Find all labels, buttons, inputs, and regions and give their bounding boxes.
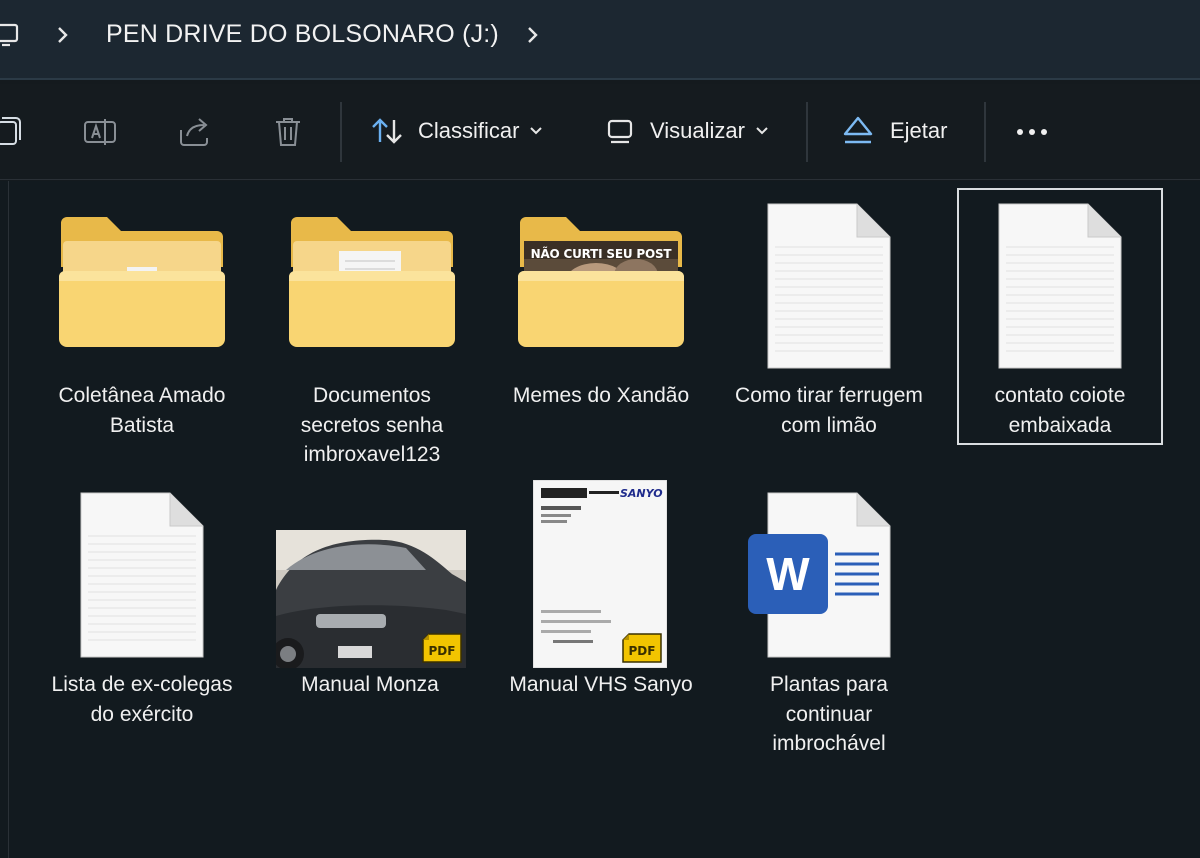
folder-item[interactable]: Documentos secretos senha imbroxavel123 — [277, 203, 467, 473]
view-button[interactable]: Visualizar — [606, 110, 769, 152]
text-document-icon — [767, 203, 891, 369]
pdf-item[interactable]: SANYO PDF Manual VHS Sanyo — [506, 480, 696, 762]
folder-item[interactable]: Coletânea Amado Batista — [47, 203, 237, 473]
view-label: Visualizar — [650, 118, 745, 143]
document-item[interactable]: Como tirar ferrugem com limão — [734, 203, 924, 473]
file-view: Coletânea Amado Batista Documentos secre… — [0, 181, 1200, 858]
sanyo-logo-text: SANYO — [620, 487, 663, 500]
sort-icon — [372, 118, 402, 144]
sort-button[interactable]: Classificar — [370, 110, 543, 152]
item-name: Manual Monza — [301, 673, 439, 696]
command-bar: Classificar Visualizar Ejetar — [0, 84, 1200, 180]
chevron-down-icon — [756, 127, 768, 135]
copy-icon[interactable] — [0, 114, 24, 150]
word-icon: W — [748, 534, 828, 614]
item-name: Documentos secretos senha imbroxavel123 — [300, 384, 444, 466]
word-document-item[interactable]: W Plantas para continuar imbrochável — [734, 492, 924, 762]
eject-button[interactable]: Ejetar — [840, 110, 947, 152]
pdf-badge-icon: PDF — [422, 633, 462, 663]
item-name: Manual VHS Sanyo — [509, 673, 693, 696]
eject-label: Ejetar — [890, 118, 948, 143]
text-document-icon — [998, 203, 1122, 369]
chevron-right-icon[interactable] — [526, 24, 540, 46]
toolbar-separator — [806, 102, 808, 162]
chevron-down-icon — [530, 127, 543, 135]
breadcrumb-location[interactable]: PEN DRIVE DO BOLSONARO (J:) — [106, 20, 499, 49]
rename-icon[interactable] — [82, 114, 118, 150]
address-bar: PEN DRIVE DO BOLSONARO (J:) — [0, 0, 1200, 80]
svg-text:PDF: PDF — [429, 644, 456, 658]
item-name: Como tirar ferrugem com limão — [735, 384, 923, 437]
item-name: Lista de ex-colegas do exército — [51, 673, 233, 726]
item-name: Memes do Xandão — [512, 384, 690, 407]
chevron-right-icon[interactable] — [56, 24, 70, 46]
sort-label: Classificar — [418, 118, 520, 143]
more-options-icon[interactable] — [1014, 114, 1050, 150]
meme-caption: NÃO CURTI SEU POST — [530, 247, 672, 261]
toolbar-separator — [340, 102, 342, 162]
folder-item[interactable]: NÃO CURTI SEU POST Memes do Xandão — [506, 203, 696, 473]
document-item[interactable]: Lista de ex-colegas do exército — [47, 492, 237, 762]
folder-icon — [518, 217, 684, 347]
item-name: Plantas para continuar imbrochável — [770, 673, 888, 755]
svg-text:PDF: PDF — [629, 644, 656, 658]
view-icon — [607, 119, 633, 144]
svg-text:W: W — [766, 548, 810, 600]
item-name: contato coiote embaixada — [994, 384, 1126, 437]
text-document-icon — [80, 492, 204, 658]
share-icon[interactable] — [176, 114, 212, 150]
document-item-selected[interactable]: contato coiote embaixada — [957, 188, 1163, 445]
computer-icon[interactable] — [0, 22, 20, 48]
pdf-badge-icon: PDF — [622, 633, 662, 663]
pdf-item[interactable]: PDF Manual Monza — [275, 492, 466, 722]
item-name: Coletânea Amado Batista — [58, 384, 226, 437]
folder-icon — [289, 217, 455, 347]
eject-icon — [843, 116, 873, 144]
folder-icon — [59, 217, 225, 347]
trash-icon[interactable] — [270, 114, 306, 150]
toolbar-separator — [984, 102, 986, 162]
